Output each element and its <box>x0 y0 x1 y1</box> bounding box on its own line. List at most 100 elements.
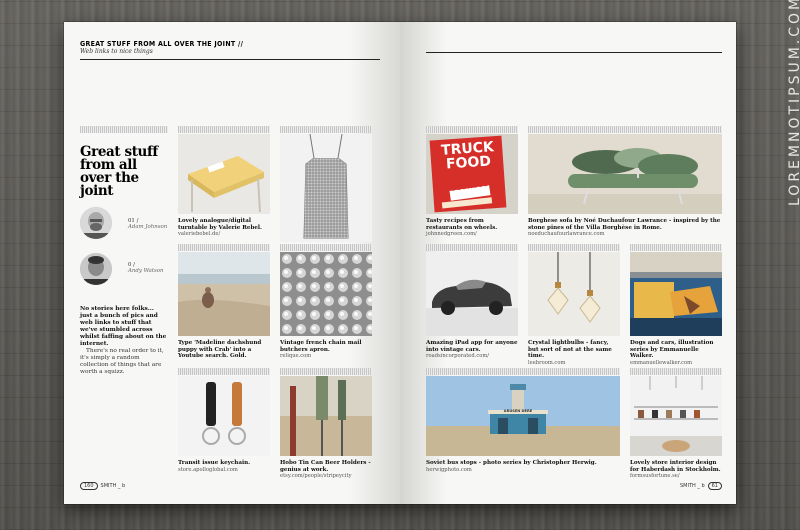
page-number: 61 <box>707 482 722 490</box>
author-name: Adam Johnson <box>128 224 168 231</box>
author-1: 01 / Adam Johnson <box>128 218 167 231</box>
page-header: GREAT STUFF FROM ALL OVER THE JOINT // W… <box>80 40 380 60</box>
item-caption: Lovely analogue/digital turntable by Val… <box>178 218 270 238</box>
link-item[interactable]: Crystal lightbulbs - fancy, but sort of … <box>528 252 620 368</box>
item-url[interactable]: noeduchaufourlawrance.com <box>528 231 722 238</box>
item-title: Lovely analogue/digital turntable by Val… <box>178 218 262 231</box>
watermark: LOREMNOTIPSUM.COM <box>787 0 800 206</box>
item-caption: Crystal lightbulbs - fancy, but sort of … <box>528 340 620 366</box>
folio-right: SMITH _ b 61 <box>680 482 722 490</box>
divider-bar <box>528 126 722 133</box>
divider-bar <box>280 368 372 375</box>
author-avatar <box>80 207 112 239</box>
chain-mail-apron-image <box>280 134 372 242</box>
borghese-sofa-image <box>528 134 722 214</box>
divider-bar <box>528 244 620 251</box>
item-url[interactable]: johnnedgreen.com/ <box>426 231 518 238</box>
item-title: Lovely store interior design for Haberda… <box>630 460 721 473</box>
header-rule <box>426 52 722 53</box>
page-number: 160 <box>80 482 98 490</box>
item-caption: Tasty recipes from restaurants on wheels… <box>426 218 518 238</box>
intro-text: No stories here folks... just a bunch of… <box>80 306 168 376</box>
author-avatar <box>80 253 112 285</box>
item-url[interactable]: etsy.com/people/stripeycity <box>280 473 372 480</box>
intro-bold: No stories here folks... just a bunch of… <box>80 306 167 347</box>
chain-mail-closeup-image <box>280 252 372 336</box>
vintage-car-image <box>426 252 518 336</box>
item-caption: Type 'Madeline dachshund puppy with Crab… <box>178 340 270 360</box>
divider-bar <box>630 368 722 375</box>
link-item[interactable]: Amazing iPad app for anyone into vintage… <box>426 252 518 368</box>
item-url[interactable]: valeriebebel.de/ <box>178 231 270 238</box>
folio-label: SMITH _ b <box>679 483 705 489</box>
item-url[interactable]: roadsincorporated.com/ <box>426 353 518 360</box>
author-name: Andy Watson <box>128 268 164 275</box>
link-item[interactable]: Lovely store interior design for Haberda… <box>630 376 722 480</box>
beach-puppy-image <box>178 252 270 336</box>
item-title: Tasty recipes from restaurants on wheels… <box>426 218 498 231</box>
author-2: 0 / Andy Watson <box>128 262 164 275</box>
truck-food-cookbook-image: TRUCK FOOD Cookbook <box>426 134 518 214</box>
item-title: Hobo Tin Can Beer Holders - genius at wo… <box>280 460 371 473</box>
item-url[interactable]: leebroom.com <box>528 360 620 367</box>
item-caption: Soviet bus stops - photo series by Chris… <box>426 460 620 473</box>
item-url[interactable]: herwigphoto.com <box>426 467 620 474</box>
magazine-spread: GREAT STUFF FROM ALL OVER THE JOINT // W… <box>64 22 736 504</box>
divider-bar <box>80 126 168 133</box>
soviet-bus-stop-image: ARUSEN DERE <box>426 376 620 456</box>
divider-bar <box>426 126 518 133</box>
cover-title: TRUCK FOOD <box>440 139 495 173</box>
divider-bar <box>178 368 270 375</box>
folio-left: 160 SMITH _ b <box>80 482 125 490</box>
item-title: Crystal lightbulbs - fancy, but sort of … <box>528 340 612 360</box>
divider-bar <box>280 126 372 133</box>
link-item[interactable]: Transit issue keychain. store.apolloglob… <box>178 376 270 480</box>
divider-bar <box>280 244 372 251</box>
divider-bar <box>178 126 270 133</box>
link-item[interactable]: Hobo Tin Can Beer Holders - genius at wo… <box>280 376 372 480</box>
item-caption: Vintage french chain mail butchers apron… <box>280 340 372 360</box>
keychain-image <box>178 376 270 456</box>
link-item[interactable] <box>280 134 372 242</box>
item-title: Dogs and cars, illustration series by Em… <box>630 340 714 360</box>
item-url[interactable]: store.apolloglobal.com <box>178 467 270 474</box>
divider-bar <box>426 244 518 251</box>
item-url[interactable]: formsusfortune.se/ <box>630 473 722 480</box>
item-title: Transit issue keychain. <box>178 460 251 466</box>
link-item[interactable]: Vintage french chain mail butchers apron… <box>280 252 372 368</box>
item-title: Vintage french chain mail butchers apron… <box>280 340 362 353</box>
item-caption: Borghese sofa by Noé Duchaufour Lawrance… <box>528 218 722 238</box>
turntable-image <box>178 134 270 214</box>
link-item[interactable]: Dogs and cars, illustration series by Em… <box>630 252 722 368</box>
item-caption: Transit issue keychain. store.apolloglob… <box>178 460 270 473</box>
item-title: Amazing iPad app for anyone into vintage… <box>426 340 518 353</box>
beer-holder-image <box>280 376 372 456</box>
header-title: GREAT STUFF FROM ALL OVER THE JOINT // <box>80 40 244 48</box>
divider-bar <box>630 244 722 251</box>
right-page: TRUCK FOOD Cookbook Tasty recipes from r… <box>400 22 736 504</box>
link-item[interactable]: Lovely analogue/digital turntable by Val… <box>178 134 270 242</box>
link-item[interactable]: ARUSEN DERE Soviet bus stops - photo ser… <box>426 376 620 480</box>
divider-bar <box>426 368 620 375</box>
folio-label: SMITH _ b <box>100 483 126 489</box>
item-caption: Hobo Tin Can Beer Holders - genius at wo… <box>280 460 372 480</box>
item-title: Type 'Madeline dachshund puppy with Crab… <box>178 340 262 360</box>
bus-stop-sign: ARUSEN DERE <box>503 409 533 413</box>
item-url[interactable]: emmanuellewalker.com <box>630 360 722 367</box>
link-item[interactable]: Borghese sofa by Noé Duchaufour Lawrance… <box>528 134 722 242</box>
link-item[interactable]: TRUCK FOOD Cookbook Tasty recipes from r… <box>426 134 518 242</box>
item-title: Borghese sofa by Noé Duchaufour Lawrance… <box>528 218 721 231</box>
item-url[interactable]: relique.com <box>280 353 372 360</box>
dogs-cars-illustration-image <box>630 252 722 336</box>
item-title: Soviet bus stops - photo series by Chris… <box>426 460 597 466</box>
lead-title: Great stuff from all over the joint <box>80 144 158 199</box>
item-caption: Amazing iPad app for anyone into vintage… <box>426 340 518 360</box>
item-caption: Dogs and cars, illustration series by Em… <box>630 340 722 366</box>
link-item[interactable]: Type 'Madeline dachshund puppy with Crab… <box>178 252 270 368</box>
item-caption: Lovely store interior design for Haberda… <box>630 460 722 480</box>
store-interior-image <box>630 376 722 456</box>
intro-regular: There's no real order to it, it's simply… <box>80 348 164 375</box>
left-page: GREAT STUFF FROM ALL OVER THE JOINT // W… <box>64 22 400 504</box>
crystal-lightbulbs-image <box>528 252 620 336</box>
divider-bar <box>178 244 270 251</box>
